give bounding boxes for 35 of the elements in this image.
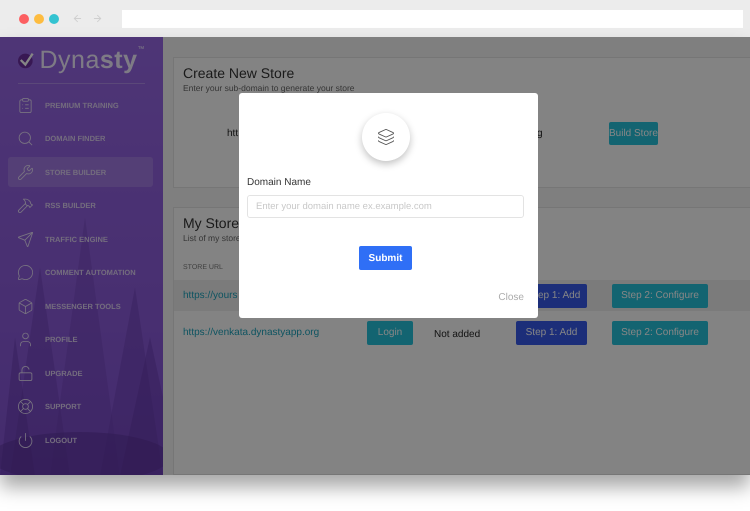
configure-button[interactable]: Step 2: Configure [612,320,708,344]
submit-button[interactable]: Submit [359,246,412,270]
wrench-icon [17,164,34,180]
configure-button[interactable]: Step 2: Configure [612,284,708,308]
hammer-icon [17,197,34,214]
logo-text: Dynasty$^{™}$ [39,46,145,74]
card-title: My Store [183,215,240,231]
card-subtitle: Enter your sub-domain to generate your store [183,83,356,93]
search-icon [17,130,34,147]
store-url-link[interactable]: https://venkata.dynastyapp.org [183,327,320,338]
power-icon [17,432,34,448]
box-icon [17,298,34,314]
maximize-window-dot[interactable] [49,14,59,24]
domain-prefix: htt [227,128,238,139]
padlock-icon [17,364,34,382]
step-one-button[interactable]: ep 1: Add [538,284,587,308]
store-url-link[interactable]: https://yours [183,290,238,301]
lifebuoy-icon [17,398,34,415]
login-button[interactable]: Login [367,320,413,344]
logo-icon [18,50,34,70]
layers-icon [376,128,394,146]
status-text: Not added [434,328,480,340]
minimize-window-dot[interactable] [34,14,44,24]
step-one-button[interactable]: Step 1: Add [516,320,587,344]
paper-plane-icon [17,230,34,248]
close-window-dot[interactable] [19,14,29,24]
forward-icon[interactable] [92,13,103,24]
chat-bubble-icon [17,264,34,281]
card-title: Create New Store [183,65,296,81]
build-store-button[interactable]: Build Store [609,122,658,145]
close-button[interactable]: Close [498,292,524,303]
clipboard-icon [17,96,34,114]
back-icon[interactable] [72,13,83,24]
field-label: Domain Name [247,177,311,188]
user-icon [17,331,34,348]
